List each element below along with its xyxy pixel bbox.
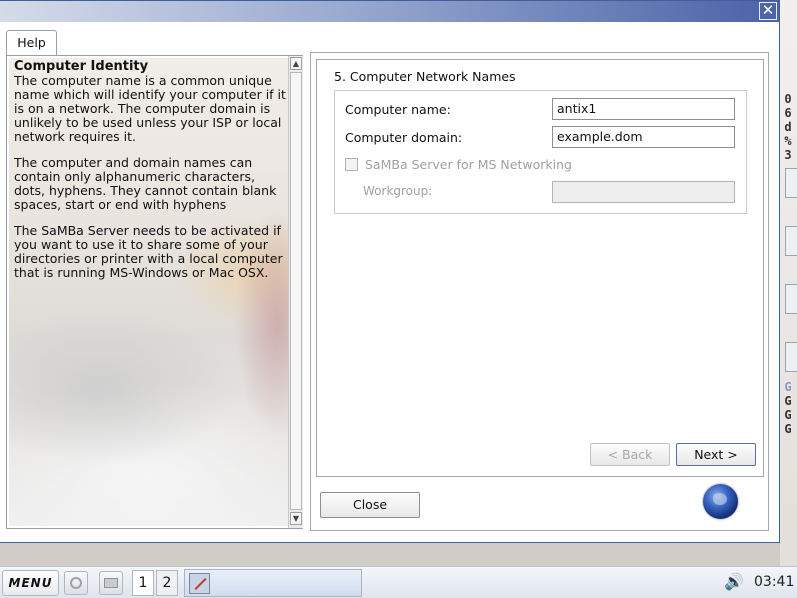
close-button[interactable]: Close xyxy=(320,492,420,518)
help-paragraph: The computer name is a common unique nam… xyxy=(14,73,286,144)
computer-domain-label: Computer domain: xyxy=(345,130,463,145)
desktop-icon xyxy=(70,577,82,589)
computer-domain-input[interactable]: example.dom xyxy=(552,126,735,148)
help-paragraph: The computer and domain names can contai… xyxy=(14,155,277,212)
window-close-icon[interactable]: ✕ xyxy=(759,2,777,20)
workgroup-input[interactable] xyxy=(552,181,735,203)
desktop-right-strip xyxy=(780,0,797,566)
desktop-strip-char: G xyxy=(784,422,792,436)
tab-help[interactable]: Help xyxy=(6,30,57,56)
desktop-strip-char: 6 xyxy=(784,106,792,120)
desktop-strip-char: d xyxy=(784,120,792,134)
window-titlebar[interactable]: ✕ xyxy=(0,1,779,22)
section-title: 5. Computer Network Names xyxy=(334,69,516,84)
menu-button[interactable]: MENU xyxy=(2,570,59,596)
globe-icon xyxy=(703,484,738,519)
next-button[interactable]: Next > xyxy=(676,443,756,466)
scroll-up-icon[interactable]: ▲ xyxy=(290,57,302,70)
desktop-strip-char: G xyxy=(784,380,792,394)
workgroup-label: Workgroup: xyxy=(363,184,433,198)
drive-icon xyxy=(104,578,118,588)
help-text: Computer Identity The computer name is a… xyxy=(14,60,286,292)
taskbar: MENU 1 2 🔊 03:41 xyxy=(0,566,797,598)
desktop-strip-char: 0 xyxy=(784,92,792,106)
installer-window: ✕ Help Computer Identity The computer na… xyxy=(0,0,780,543)
show-desktop-button[interactable] xyxy=(64,571,88,595)
clock[interactable]: 03:41 xyxy=(754,574,794,590)
help-scrollbar[interactable]: ▲ ▼ xyxy=(288,56,303,528)
computer-name-input[interactable]: antix1 xyxy=(552,98,735,120)
workspace-1-button[interactable]: 1 xyxy=(132,570,154,596)
help-paragraph: The SaMBa Server needs to be activated i… xyxy=(14,223,283,280)
desktop-widget-box xyxy=(785,284,797,314)
desktop-strip-char: G xyxy=(784,408,792,422)
samba-checkbox[interactable] xyxy=(345,158,358,171)
scroll-thumb[interactable] xyxy=(290,72,302,510)
samba-label: SaMBa Server for MS Networking xyxy=(365,157,572,172)
help-panel: Computer Identity The computer name is a… xyxy=(6,55,303,529)
desktop-widget-box xyxy=(785,168,797,198)
desktop-widget-box xyxy=(785,226,797,256)
help-heading: Computer Identity xyxy=(14,59,149,74)
desktop-strip-char: % xyxy=(784,134,792,148)
desktop-widget-box xyxy=(785,342,797,372)
back-button[interactable]: < Back xyxy=(590,443,670,466)
file-manager-button[interactable] xyxy=(99,571,123,595)
desktop-strip-char: G xyxy=(784,394,792,408)
installer-app-icon xyxy=(189,573,210,594)
computer-name-label: Computer name: xyxy=(345,102,451,117)
workspace-2-button[interactable]: 2 xyxy=(156,570,178,596)
scroll-down-icon[interactable]: ▼ xyxy=(290,512,302,525)
taskbar-window-item[interactable] xyxy=(184,569,362,597)
desktop-strip-char: 3 xyxy=(784,148,792,162)
volume-icon[interactable]: 🔊 xyxy=(724,574,744,590)
